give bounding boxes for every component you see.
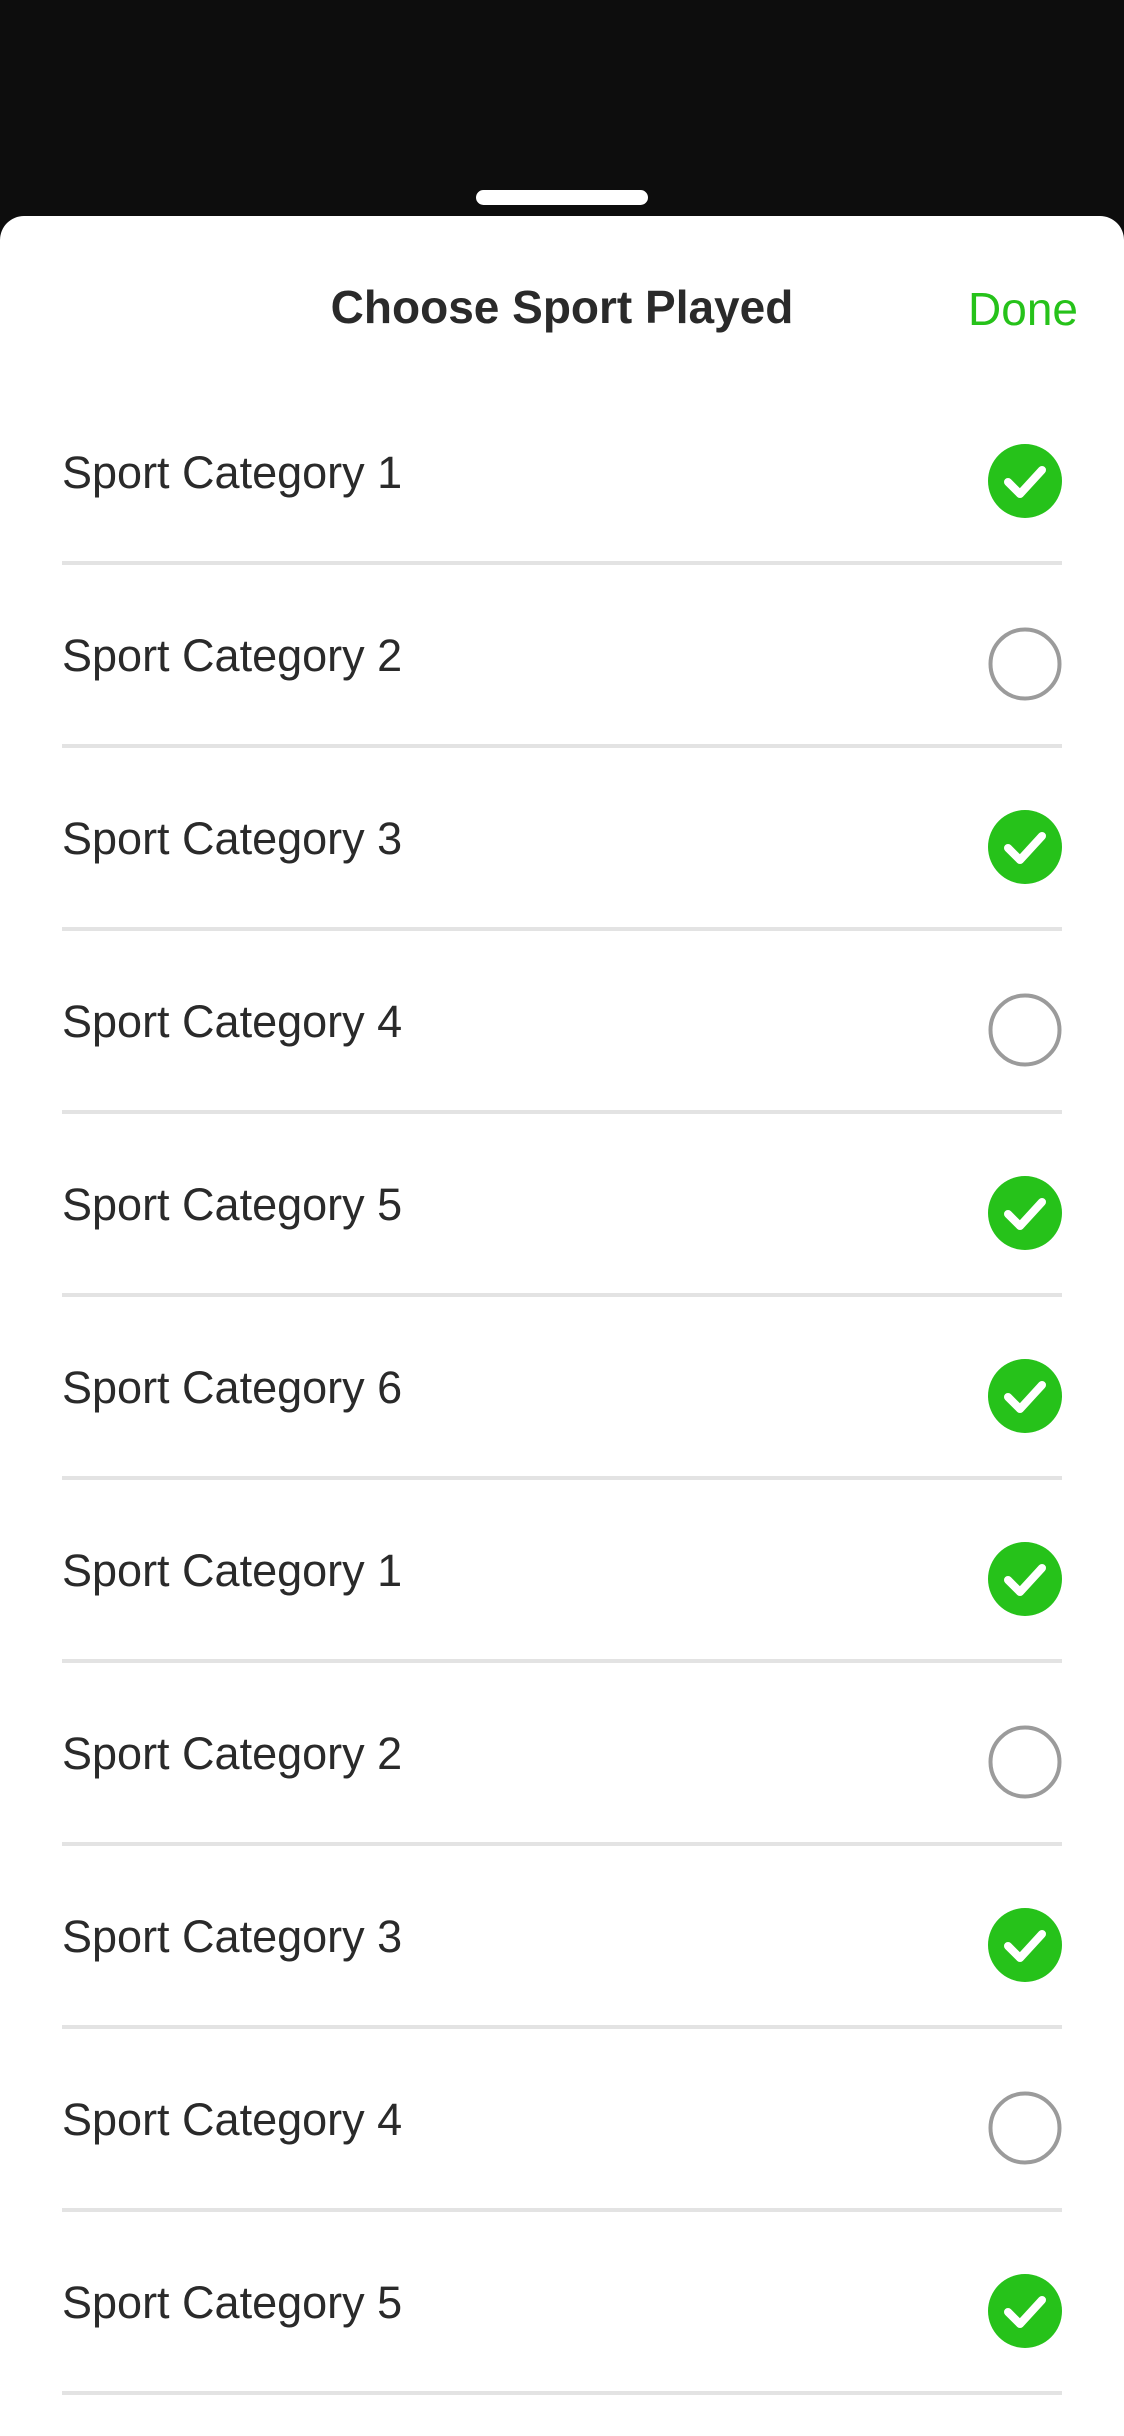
unchecked-circle-icon[interactable] [988, 2091, 1062, 2165]
list-item[interactable]: Sport Category 5 [62, 1114, 1062, 1297]
list-item-label: Sport Category 3 [62, 1911, 403, 1962]
list-item-label: Sport Category 3 [62, 813, 403, 864]
list-item[interactable]: Sport Category 6 [62, 1297, 1062, 1480]
unchecked-circle-icon[interactable] [988, 993, 1062, 1067]
unchecked-circle-icon[interactable] [988, 1725, 1062, 1799]
list-item-label: Sport Category 6 [62, 1362, 403, 1413]
checked-circle-icon[interactable] [988, 810, 1062, 884]
list-item[interactable]: Sport Category 4 [62, 2029, 1062, 2212]
list-item[interactable]: Sport Category 1 [62, 1480, 1062, 1663]
list-item-label: Sport Category 4 [62, 996, 403, 1047]
list-item-label: Sport Category 2 [62, 630, 403, 681]
sport-category-list: Sport Category 1 Sport Category 2 Sport Ca… [0, 382, 1124, 2395]
list-item[interactable]: Sport Category 3 [62, 1846, 1062, 2029]
done-button[interactable]: Done [968, 282, 1078, 336]
list-item-label: Sport Category 2 [62, 1728, 403, 1779]
list-item[interactable]: Sport Category 5 [62, 2212, 1062, 2395]
bottom-sheet: Choose Sport Played Done Sport Category … [0, 216, 1124, 2436]
checked-circle-icon[interactable] [988, 1359, 1062, 1433]
list-item-label: Sport Category 1 [62, 447, 403, 498]
unchecked-circle-icon[interactable] [988, 627, 1062, 701]
list-item-label: Sport Category 5 [62, 2277, 403, 2328]
list-item[interactable]: Sport Category 3 [62, 748, 1062, 931]
sheet-header: Choose Sport Played Done [0, 216, 1124, 382]
list-item-label: Sport Category 4 [62, 2094, 403, 2145]
sheet-title: Choose Sport Played [330, 281, 794, 333]
checked-circle-icon[interactable] [988, 1908, 1062, 1982]
list-item-label: Sport Category 5 [62, 1179, 403, 1230]
list-item[interactable]: Sport Category 2 [62, 565, 1062, 748]
checked-circle-icon[interactable] [988, 444, 1062, 518]
checked-circle-icon[interactable] [988, 1176, 1062, 1250]
sheet-grabber-handle[interactable] [476, 190, 648, 205]
checked-circle-icon[interactable] [988, 1542, 1062, 1616]
list-item[interactable]: Sport Category 4 [62, 931, 1062, 1114]
checked-circle-icon[interactable] [988, 2274, 1062, 2348]
list-item[interactable]: Sport Category 1 [62, 382, 1062, 565]
list-item[interactable]: Sport Category 2 [62, 1663, 1062, 1846]
list-item-label: Sport Category 1 [62, 1545, 403, 1596]
